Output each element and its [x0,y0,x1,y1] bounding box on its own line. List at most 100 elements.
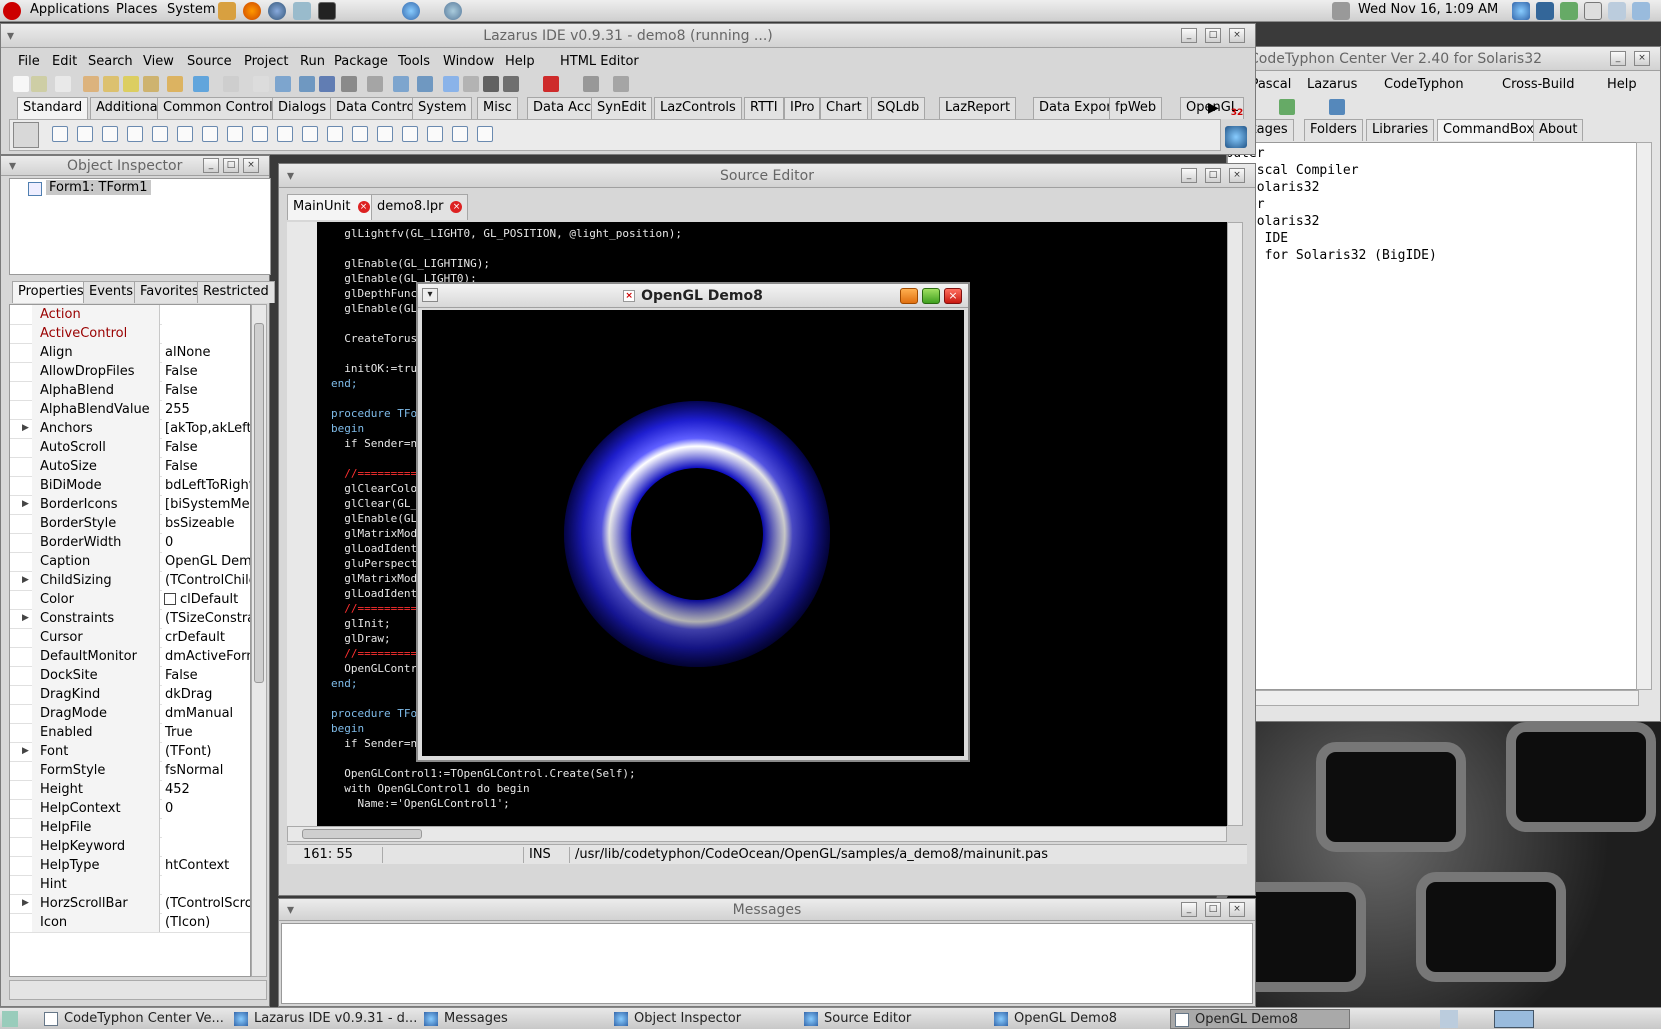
property-row[interactable]: DockSite False [10,666,250,686]
taskbar-item[interactable]: CodeTyphon Center Ve... [40,1009,224,1029]
menu-run[interactable]: Run [300,54,325,69]
project-options-icon[interactable] [299,76,315,92]
property-value[interactable]: 0 [162,799,250,818]
new-icon[interactable] [55,76,71,92]
opengl-demo-titlebar[interactable]: ▾ × OpenGL Demo8 [418,284,968,308]
user-icon[interactable] [1632,2,1650,20]
property-value[interactable]: [akTop,akLeft] [162,419,250,438]
property-row[interactable]: HelpKeyword [10,837,250,857]
menu-tools[interactable]: Tools [398,54,430,69]
property-row[interactable]: DefaultMonitor dmActiveForm [10,647,250,667]
view-forms-icon[interactable] [275,76,291,92]
close-tab-icon[interactable]: × [450,201,463,213]
menu-help[interactable]: Help [1607,77,1637,92]
label-icon[interactable] [127,126,143,142]
property-row[interactable]: HelpType htContext [10,856,250,876]
close-tab-icon[interactable]: × [357,201,370,213]
property-value[interactable]: htContext [162,856,250,875]
minimize-button[interactable]: _ [1181,902,1197,917]
menu-help[interactable]: Help [505,54,535,69]
property-row[interactable]: ▶HorzScrollBar(TControlScrollE [10,894,250,914]
property-row[interactable]: Icon (TIcon) [10,913,250,933]
inspect-icon[interactable] [341,76,357,92]
stop-icon[interactable] [543,76,559,92]
close-button[interactable]: × [1634,51,1650,66]
expand-icon[interactable]: ▶ [22,495,29,514]
menu-lazarus[interactable]: Lazarus [1307,77,1357,92]
scroll-thumb[interactable] [302,829,422,839]
disk-icon[interactable] [1608,2,1626,20]
property-row[interactable]: ▶ Font (TFont) [10,742,250,762]
horizontal-scrollbar[interactable] [1227,690,1639,706]
property-row[interactable]: BiDiMode bdLeftToRight [10,476,250,496]
property-row[interactable]: Hint [10,875,250,895]
close-button[interactable]: × [1229,168,1245,183]
palette-scroll-right-icon[interactable]: ▶ [1208,100,1219,116]
property-value[interactable]: dmActiveForm [162,647,250,666]
property-value[interactable] [162,837,250,856]
pause-icon[interactable] [417,76,433,92]
main-menu-icon[interactable] [52,126,68,142]
palette-tab-fpweb[interactable]: fpWeb [1109,97,1163,119]
network-icon[interactable] [1560,2,1578,20]
view-units-icon[interactable] [253,76,269,92]
property-value[interactable]: dkDrag [162,685,250,704]
menu-file[interactable]: File [18,54,40,69]
property-row[interactable]: ▶BorderIcons[biSystemMenu [10,495,250,515]
download-icon[interactable] [1225,126,1247,148]
messages-titlebar[interactable]: ▾ Messages [279,899,1255,921]
property-row[interactable]: CaptionOpenGL Demo8 [10,552,250,572]
property-value[interactable]: (TControlScrollE [162,894,250,913]
property-value[interactable] [162,875,250,894]
property-value[interactable]: clDefault [162,590,250,609]
palette-tab-common-controls[interactable]: Common Controls [157,97,286,119]
menu-package[interactable]: Package [334,54,388,69]
lazarus-icon[interactable] [444,2,462,20]
property-row[interactable]: DragMode dmManual [10,704,250,724]
step-into-icon[interactable] [583,76,599,92]
radiogroup-icon[interactable] [377,126,393,142]
build-icon[interactable] [193,76,209,92]
lazarus-titlebar[interactable]: ▾ Lazarus IDE v0.9.31 - demo8 (running .… [1,24,1255,48]
menu-codetyphon[interactable]: CodeTyphon [1384,77,1464,92]
debug-icon[interactable] [319,76,335,92]
palette-tab-sqldb[interactable]: SQLdb [871,97,926,119]
editor-vertical-scrollbar[interactable] [1227,222,1243,826]
property-row[interactable]: Action [10,305,250,325]
property-value[interactable]: dmManual [162,704,250,723]
property-row[interactable]: ActiveControl [10,324,250,344]
expand-icon[interactable]: ▶ [22,609,29,628]
expand-icon[interactable]: ▶ [22,894,29,913]
window-menu-icon[interactable]: ▾ [9,156,16,176]
volume-icon[interactable] [1332,2,1350,20]
palette-tab-synedit[interactable]: SynEdit [591,97,653,119]
property-value[interactable] [162,305,250,324]
close-button[interactable]: × [1229,902,1245,917]
window-menu-icon[interactable]: ▾ [422,288,438,302]
property-value[interactable]: (TSizeConstrain [162,609,250,628]
export-icon[interactable] [1279,99,1295,115]
menu-source[interactable]: Source [187,54,232,69]
refresh-icon[interactable] [293,2,311,20]
home-icon[interactable] [218,2,236,20]
thunderbird-icon[interactable] [268,2,286,20]
tree-item-form1[interactable]: Form1: TForm1 [46,180,151,195]
toggle-form-icon[interactable] [223,76,239,92]
taskbar-item[interactable]: Messages [420,1009,508,1029]
minimize-button[interactable]: _ [1610,51,1626,66]
taskbar-item[interactable]: OpenGL Demo8 [990,1009,1117,1029]
property-value[interactable]: [biSystemMenu [162,495,250,514]
palette-tab-system[interactable]: System [412,97,473,119]
button-icon[interactable] [102,126,118,142]
expand-icon[interactable]: ▶ [22,419,29,438]
property-value[interactable]: False [162,666,250,685]
property-value[interactable] [162,324,250,343]
palette-tab-additional[interactable]: Additional [90,97,168,119]
tab-restricted[interactable]: Restricted [197,281,275,303]
palette-tab-lazcontrols[interactable]: LazControls [654,97,742,119]
palette-tab-misc[interactable]: Misc [477,97,518,119]
property-value[interactable]: (TControlChildS [162,571,250,590]
expand-icon[interactable]: ▶ [22,571,29,590]
property-value[interactable]: False [162,362,250,381]
property-row[interactable]: AllowDropFiles False [10,362,250,382]
